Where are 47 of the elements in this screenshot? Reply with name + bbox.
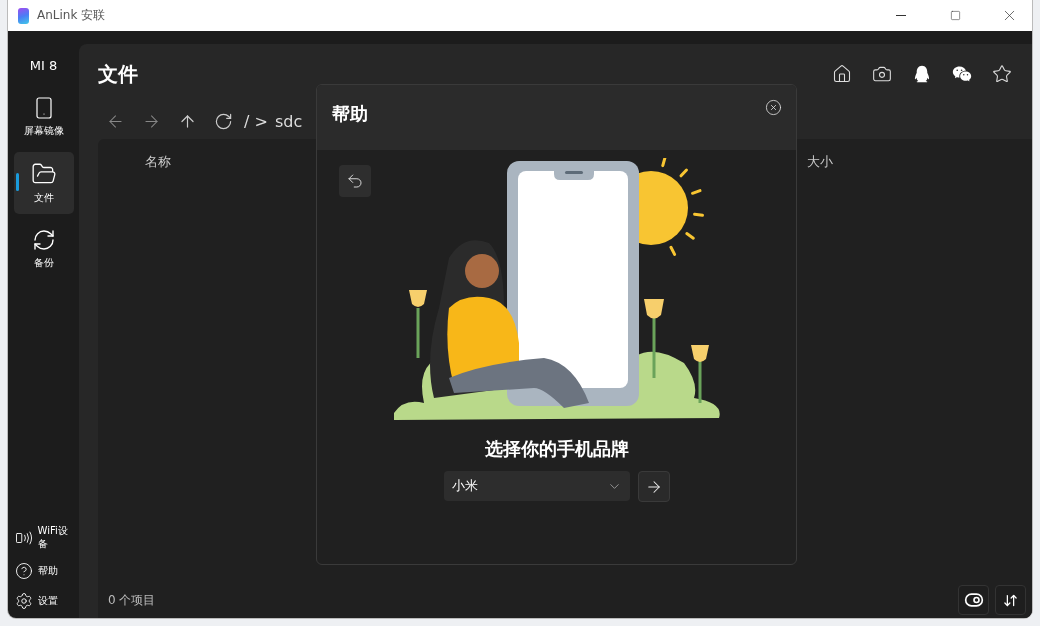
sidebar-label: WiFi设备	[37, 525, 69, 550]
penguin-icon[interactable]	[912, 64, 932, 84]
sync-icon	[31, 228, 56, 252]
sort-icon	[1003, 592, 1018, 608]
camera-icon[interactable]	[872, 64, 892, 84]
back-icon[interactable]	[106, 112, 125, 131]
toggle-button[interactable]	[958, 585, 989, 615]
home-icon[interactable]	[832, 64, 852, 84]
brand-select[interactable]: 小米	[443, 471, 630, 501]
up-icon[interactable]	[178, 112, 197, 131]
sidebar-link[interactable]: 帮助	[8, 558, 79, 588]
sidebar-label: 帮助	[37, 564, 58, 578]
chat-bubbles-icon[interactable]	[952, 64, 972, 84]
sidebar-item[interactable]: 备份	[13, 218, 74, 280]
path-separator: / >	[244, 112, 268, 131]
help-icon	[14, 562, 33, 580]
window-title: AnLink 安联	[37, 7, 107, 24]
sidebar-label: 设置	[37, 594, 58, 608]
path-text[interactable]: sdc	[274, 112, 303, 131]
close-button[interactable]	[765, 99, 782, 116]
settings-icon	[14, 592, 33, 610]
minimize-icon	[896, 15, 906, 16]
next-button[interactable]	[637, 471, 670, 502]
column-header[interactable]: 大小	[807, 153, 907, 171]
sidebar-label: 文件	[33, 191, 54, 205]
undo-arrow-icon	[346, 172, 364, 190]
sort-button[interactable]	[995, 585, 1026, 615]
close-icon	[765, 99, 782, 116]
selection-indicator	[15, 173, 19, 191]
sidebar-item[interactable]: 文件	[13, 152, 74, 214]
forward-icon[interactable]	[142, 112, 161, 131]
toggle-icon	[963, 590, 984, 610]
maximize-icon	[949, 10, 961, 21]
sidebar-link[interactable]: 设置	[8, 588, 79, 618]
sidebar-link[interactable]: WiFi设备	[8, 521, 79, 558]
sidebar-label: 屏幕镜像	[23, 124, 64, 138]
star-icon[interactable]	[992, 64, 1012, 84]
back-button[interactable]	[339, 165, 371, 197]
sidebar-item[interactable]: 屏幕镜像	[13, 86, 74, 148]
device-name: MI 8	[29, 56, 58, 75]
dialog-title: 帮助	[332, 101, 368, 126]
dialog-heading: 选择你的手机品牌	[484, 437, 629, 461]
sidebar-label: 备份	[33, 256, 54, 270]
refresh-icon[interactable]	[214, 112, 233, 131]
page-title: 文件	[98, 60, 138, 88]
app-logo-icon	[18, 7, 29, 24]
item-count: 0 个项目	[108, 591, 156, 609]
